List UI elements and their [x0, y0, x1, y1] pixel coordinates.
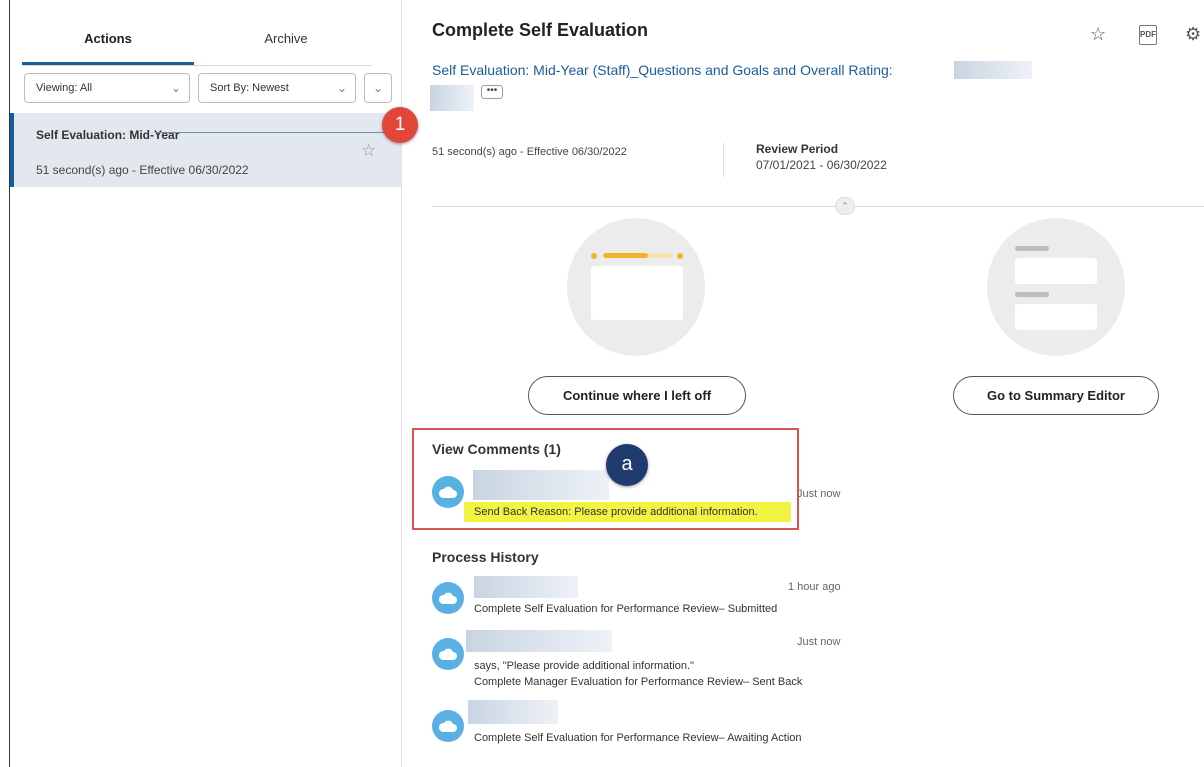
history-entry: Complete Manager Evaluation for Performa… — [474, 676, 803, 688]
cloud-avatar-icon — [432, 710, 464, 742]
summary-line — [1015, 246, 1049, 251]
progress-dot — [591, 253, 597, 259]
summary-card — [1015, 258, 1097, 284]
sort-dropdown[interactable]: Sort By: Newest ⌄ — [198, 73, 356, 103]
divider — [432, 206, 1204, 207]
cloud-avatar-icon — [432, 476, 464, 508]
callout-badge-1: 1 — [382, 107, 418, 143]
review-period-value: 07/01/2021 - 06/30/2022 — [756, 158, 887, 172]
progress-fill — [603, 253, 648, 258]
progress-dot — [677, 253, 683, 259]
history-entry: Complete Self Evaluation for Performance… — [474, 603, 778, 615]
viewing-filter-dropdown[interactable]: Viewing: All ⌄ — [24, 73, 190, 103]
callout-badge-a: a — [606, 444, 648, 486]
chevron-down-icon: ⌄ — [336, 81, 347, 95]
redacted-name — [473, 470, 609, 500]
continue-illustration — [567, 218, 705, 356]
process-history-title: Process History — [432, 549, 539, 565]
summary-editor-button[interactable]: Go to Summary Editor — [953, 376, 1159, 415]
evaluation-link[interactable]: Self Evaluation: Mid-Year (Staff)_Questi… — [432, 62, 893, 78]
summary-line — [1015, 292, 1049, 297]
sort-label: Sort By: Newest — [210, 82, 289, 94]
cloud-avatar-icon — [432, 638, 464, 670]
redacted-name — [468, 700, 558, 724]
review-period-label: Review Period — [756, 142, 839, 156]
redacted-name — [430, 85, 474, 111]
inbox-tabs: Actions Archive — [22, 22, 372, 66]
more-actions-button[interactable]: ••• — [481, 85, 503, 99]
star-icon[interactable]: ☆ — [1090, 24, 1106, 45]
inbox-item-self-evaluation[interactable]: Self Evaluation: Mid-Year 51 second(s) a… — [10, 113, 405, 187]
comment-text: Send Back Reason: Please provide additio… — [474, 506, 758, 518]
star-icon[interactable]: ☆ — [361, 141, 376, 161]
cloud-avatar-icon — [432, 582, 464, 614]
summary-card — [1015, 304, 1097, 330]
viewing-filter-label: Viewing: All — [36, 82, 93, 94]
gear-icon[interactable]: ⚙ — [1185, 24, 1201, 45]
continue-button[interactable]: Continue where I left off — [528, 376, 746, 415]
tab-archive[interactable]: Archive — [200, 22, 372, 65]
chevron-down-icon: ⌄ — [170, 81, 181, 95]
history-time: 1 hour ago — [788, 581, 841, 593]
expand-filters-button[interactable]: ⌄ — [364, 73, 392, 103]
divider — [723, 143, 724, 177]
inbox-item-subtitle: 51 second(s) ago - Effective 06/30/2022 — [36, 163, 249, 177]
tab-actions[interactable]: Actions — [22, 22, 194, 65]
inbox-item-title: Self Evaluation: Mid-Year — [36, 128, 180, 142]
chevron-down-icon: ⌄ — [372, 81, 384, 95]
history-entry: says, "Please provide additional informa… — [474, 660, 694, 672]
redacted-name — [474, 576, 578, 598]
pdf-icon[interactable]: PDF — [1139, 25, 1157, 45]
summary-illustration — [987, 218, 1125, 356]
redacted-name — [954, 61, 1032, 79]
form-card — [591, 266, 683, 320]
history-time: Just now — [797, 636, 841, 648]
history-entry: Complete Self Evaluation for Performance… — [474, 732, 802, 744]
view-comments-title[interactable]: View Comments (1) — [432, 441, 561, 457]
page-title: Complete Self Evaluation — [432, 20, 649, 40]
redacted-name — [466, 630, 612, 652]
callout-leader-line — [155, 132, 405, 133]
chevron-up-icon[interactable]: ⌃ — [835, 197, 855, 215]
timestamp: 51 second(s) ago - Effective 06/30/2022 — [432, 146, 627, 158]
comment-time: Just now — [797, 488, 841, 500]
